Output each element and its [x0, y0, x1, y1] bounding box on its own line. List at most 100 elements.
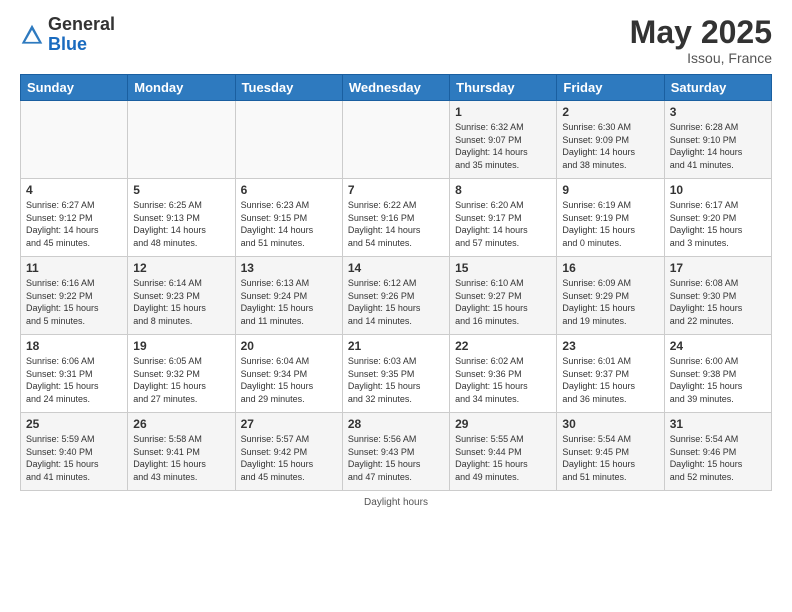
calendar-day-header: Sunday	[21, 75, 128, 101]
calendar-cell	[21, 101, 128, 179]
day-number: 19	[133, 339, 229, 353]
day-number: 27	[241, 417, 337, 431]
calendar-cell: 28Sunrise: 5:56 AM Sunset: 9:43 PM Dayli…	[342, 413, 449, 491]
day-info: Sunrise: 6:30 AM Sunset: 9:09 PM Dayligh…	[562, 121, 658, 171]
calendar-header-row: SundayMondayTuesdayWednesdayThursdayFrid…	[21, 75, 772, 101]
calendar-cell: 25 Sunrise: 5:59 AM Sunset: 9:40 PM Dayli…	[21, 413, 128, 491]
day-info: Sunrise: 6:10 AM Sunset: 9:27 PM Dayligh…	[455, 277, 551, 327]
calendar-cell: 24 Sunrise: 6:00 AM Sunset: 9:38 PM Dayli…	[664, 335, 771, 413]
day-info: Sunrise: 5:59 AM Sunset: 9:40 PM Dayligh…	[26, 433, 122, 483]
day-number: 2	[562, 105, 658, 119]
calendar-cell	[128, 101, 235, 179]
footer: Daylight hours	[20, 497, 772, 508]
calendar-day-header: Monday	[128, 75, 235, 101]
day-info: Sunrise: 6:20 AM Sunset: 9:17 PM Dayligh…	[455, 199, 551, 249]
calendar-cell: 17 Sunrise: 6:08 AM Sunset: 9:30 PM Dayli…	[664, 257, 771, 335]
calendar-cell: 30 Sunrise: 5:54 AM Sunset: 9:45 PM Dayli…	[557, 413, 664, 491]
calendar-cell: 2 Sunrise: 6:30 AM Sunset: 9:09 PM Daylig…	[557, 101, 664, 179]
calendar-cell: 11 Sunrise: 6:16 AM Sunset: 9:22 PM Dayli…	[21, 257, 128, 335]
calendar-day-header: Wednesday	[342, 75, 449, 101]
day-info: Sunrise: 6:16 AM Sunset: 9:22 PM Dayligh…	[26, 277, 122, 327]
calendar-week-row: 1 Sunrise: 6:32 AM Sunset: 9:07 PM Daylig…	[21, 101, 772, 179]
logo-icon	[20, 23, 44, 47]
day-info: Sunrise: 6:08 AM Sunset: 9:30 PM Dayligh…	[670, 277, 766, 327]
calendar-cell: 6 Sunrise: 6:23 AM Sunset: 9:15 PM Daylig…	[235, 179, 342, 257]
day-info: Sunrise: 6:06 AM Sunset: 9:31 PM Dayligh…	[26, 355, 122, 405]
calendar-day-header: Thursday	[450, 75, 557, 101]
calendar-cell: 15Sunrise: 6:10 AM Sunset: 9:27 PM Dayli…	[450, 257, 557, 335]
day-number: 23	[562, 339, 658, 353]
day-info: Sunrise: 5:54 AM Sunset: 9:46 PM Dayligh…	[670, 433, 766, 483]
day-number: 21	[348, 339, 444, 353]
day-number: 20	[241, 339, 337, 353]
day-number: 29	[455, 417, 551, 431]
day-number: 12	[133, 261, 229, 275]
calendar-cell: 22 Sunrise: 6:02 AM Sunset: 9:36 PM Dayli…	[450, 335, 557, 413]
day-info: Sunrise: 5:56 AM Sunset: 9:43 PM Dayligh…	[348, 433, 444, 483]
day-number: 22	[455, 339, 551, 353]
logo-text: General Blue	[48, 15, 115, 55]
day-info: Sunrise: 6:04 AM Sunset: 9:34 PM Dayligh…	[241, 355, 337, 405]
day-number: 17	[670, 261, 766, 275]
day-info: Sunrise: 5:58 AM Sunset: 9:41 PM Dayligh…	[133, 433, 229, 483]
day-info: Sunrise: 5:55 AM Sunset: 9:44 PM Dayligh…	[455, 433, 551, 483]
calendar-week-row: 4Sunrise: 6:27 AM Sunset: 9:12 PM Daylig…	[21, 179, 772, 257]
calendar-week-row: 11 Sunrise: 6:16 AM Sunset: 9:22 PM Dayli…	[21, 257, 772, 335]
calendar-cell: 18 Sunrise: 6:06 AM Sunset: 9:31 PM Dayli…	[21, 335, 128, 413]
day-info: Sunrise: 6:23 AM Sunset: 9:15 PM Dayligh…	[241, 199, 337, 249]
calendar-day-header: Friday	[557, 75, 664, 101]
calendar-cell: 23 Sunrise: 6:01 AM Sunset: 9:37 PM Dayli…	[557, 335, 664, 413]
day-number: 30	[562, 417, 658, 431]
calendar-cell: 12Sunrise: 6:14 AM Sunset: 9:23 PM Dayli…	[128, 257, 235, 335]
day-number: 24	[670, 339, 766, 353]
calendar-page: General Blue May 2025 Issou, France Sund…	[0, 0, 792, 612]
calendar-day-header: Tuesday	[235, 75, 342, 101]
day-number: 1	[455, 105, 551, 119]
day-info: Sunrise: 6:27 AM Sunset: 9:12 PM Dayligh…	[26, 199, 122, 249]
calendar-cell: 3Sunrise: 6:28 AM Sunset: 9:10 PM Daylig…	[664, 101, 771, 179]
calendar-cell: 4Sunrise: 6:27 AM Sunset: 9:12 PM Daylig…	[21, 179, 128, 257]
day-info: Sunrise: 6:32 AM Sunset: 9:07 PM Dayligh…	[455, 121, 551, 171]
title-block: May 2025 Issou, France	[630, 15, 772, 66]
day-number: 10	[670, 183, 766, 197]
day-info: Sunrise: 6:12 AM Sunset: 9:26 PM Dayligh…	[348, 277, 444, 327]
logo-general-text: General	[48, 14, 115, 34]
calendar-week-row: 25 Sunrise: 5:59 AM Sunset: 9:40 PM Dayli…	[21, 413, 772, 491]
day-number: 7	[348, 183, 444, 197]
day-number: 14	[348, 261, 444, 275]
day-info: Sunrise: 6:02 AM Sunset: 9:36 PM Dayligh…	[455, 355, 551, 405]
calendar-cell: 27 Sunrise: 5:57 AM Sunset: 9:42 PM Dayli…	[235, 413, 342, 491]
calendar-cell: 31Sunrise: 5:54 AM Sunset: 9:46 PM Dayli…	[664, 413, 771, 491]
calendar-cell: 14 Sunrise: 6:12 AM Sunset: 9:26 PM Dayli…	[342, 257, 449, 335]
location: Issou, France	[630, 50, 772, 66]
day-info: Sunrise: 6:05 AM Sunset: 9:32 PM Dayligh…	[133, 355, 229, 405]
day-number: 18	[26, 339, 122, 353]
header: General Blue May 2025 Issou, France	[20, 15, 772, 66]
calendar-cell: 8Sunrise: 6:20 AM Sunset: 9:17 PM Daylig…	[450, 179, 557, 257]
day-number: 13	[241, 261, 337, 275]
logo-blue-text: Blue	[48, 34, 87, 54]
day-number: 25	[26, 417, 122, 431]
day-info: Sunrise: 6:22 AM Sunset: 9:16 PM Dayligh…	[348, 199, 444, 249]
day-info: Sunrise: 5:57 AM Sunset: 9:42 PM Dayligh…	[241, 433, 337, 483]
day-number: 26	[133, 417, 229, 431]
calendar-cell: 20 Sunrise: 6:04 AM Sunset: 9:34 PM Dayli…	[235, 335, 342, 413]
day-info: Sunrise: 6:17 AM Sunset: 9:20 PM Dayligh…	[670, 199, 766, 249]
calendar-cell: 19 Sunrise: 6:05 AM Sunset: 9:32 PM Dayli…	[128, 335, 235, 413]
day-info: Sunrise: 6:13 AM Sunset: 9:24 PM Dayligh…	[241, 277, 337, 327]
calendar-cell: 16Sunrise: 6:09 AM Sunset: 9:29 PM Dayli…	[557, 257, 664, 335]
calendar-week-row: 18 Sunrise: 6:06 AM Sunset: 9:31 PM Dayli…	[21, 335, 772, 413]
day-info: Sunrise: 5:54 AM Sunset: 9:45 PM Dayligh…	[562, 433, 658, 483]
day-info: Sunrise: 6:19 AM Sunset: 9:19 PM Dayligh…	[562, 199, 658, 249]
day-info: Sunrise: 6:00 AM Sunset: 9:38 PM Dayligh…	[670, 355, 766, 405]
day-number: 9	[562, 183, 658, 197]
day-number: 6	[241, 183, 337, 197]
day-info: Sunrise: 6:01 AM Sunset: 9:37 PM Dayligh…	[562, 355, 658, 405]
day-number: 11	[26, 261, 122, 275]
calendar-cell: 26 Sunrise: 5:58 AM Sunset: 9:41 PM Dayli…	[128, 413, 235, 491]
calendar-cell: 13 Sunrise: 6:13 AM Sunset: 9:24 PM Dayli…	[235, 257, 342, 335]
calendar-cell: 29 Sunrise: 5:55 AM Sunset: 9:44 PM Dayli…	[450, 413, 557, 491]
day-info: Sunrise: 6:28 AM Sunset: 9:10 PM Dayligh…	[670, 121, 766, 171]
day-info: Sunrise: 6:25 AM Sunset: 9:13 PM Dayligh…	[133, 199, 229, 249]
calendar-cell: 10 Sunrise: 6:17 AM Sunset: 9:20 PM Dayli…	[664, 179, 771, 257]
